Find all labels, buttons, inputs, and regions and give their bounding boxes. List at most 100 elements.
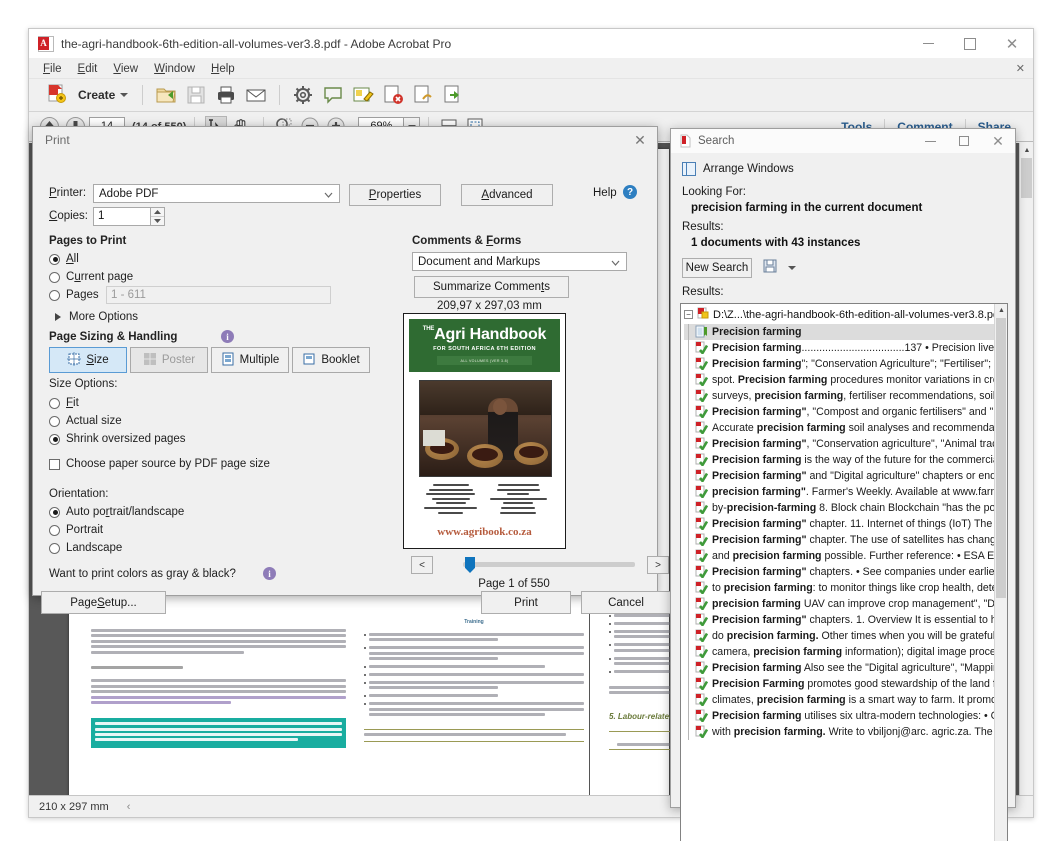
search-result-item[interactable]: Precision farming" chapter. 11. Internet… xyxy=(684,516,994,532)
menu-file[interactable]: File xyxy=(35,59,70,79)
search-result-item[interactable]: camera, precision farming information); … xyxy=(684,644,994,660)
save-dropdown-icon[interactable] xyxy=(788,266,796,270)
more-options-toggle[interactable]: More Options xyxy=(55,308,138,326)
pages-range-input[interactable]: 1 - 611 xyxy=(106,286,331,304)
window-maximize-button[interactable] xyxy=(949,29,991,59)
menu-window[interactable]: Window xyxy=(146,59,203,79)
radio-current-page[interactable] xyxy=(49,271,60,283)
scroll-thumb[interactable] xyxy=(1021,158,1032,198)
search-result-item[interactable]: Precision Farming promotes good stewards… xyxy=(684,676,994,692)
radio-fit[interactable] xyxy=(49,397,60,409)
preview-next-button[interactable]: > xyxy=(647,556,669,574)
search-result-item[interactable]: surveys, precision farming, fertiliser r… xyxy=(684,388,994,404)
spinner-down-icon[interactable] xyxy=(151,217,164,225)
radio-all-row[interactable]: All xyxy=(49,253,79,265)
page-setup-button[interactable]: Page Setup... xyxy=(41,591,166,614)
search-result-item[interactable]: precision farming UAV can improve crop m… xyxy=(684,596,994,612)
printer-select[interactable]: Adobe PDF xyxy=(93,184,340,203)
search-result-item[interactable]: to precision farming: to monitor things … xyxy=(684,580,994,596)
search-result-item[interactable]: spot. Precision farming procedures monit… xyxy=(684,372,994,388)
menu-edit[interactable]: Edit xyxy=(70,59,106,79)
scroll-up-arrow-icon[interactable]: ▲ xyxy=(1020,143,1034,157)
stamp-icon[interactable] xyxy=(381,83,405,107)
advanced-button[interactable]: Advanced xyxy=(461,184,553,206)
page-sizing-info-icon[interactable]: i xyxy=(221,330,234,343)
search-result-item[interactable]: Accurate precision farming soil analyses… xyxy=(684,420,994,436)
search-result-item[interactable]: Precision farming", "Compost and organic… xyxy=(684,404,994,420)
search-result-item[interactable]: climates, precision farming is a smart w… xyxy=(684,692,994,708)
help-link[interactable]: Help xyxy=(593,187,617,199)
radio-shrink-oversized[interactable] xyxy=(49,433,60,445)
search-result-item[interactable]: do precision farming. Other times when y… xyxy=(684,628,994,644)
search-results-list[interactable]: − D:\Z...\the-agri-handbook-6th-edition-… xyxy=(681,304,994,841)
help-icon[interactable]: ? xyxy=(623,185,637,199)
search-result-item[interactable]: Precision farming" chapters. 1. Overview… xyxy=(684,612,994,628)
window-minimize-button[interactable] xyxy=(907,29,949,59)
search-result-item[interactable]: Precision farming xyxy=(684,324,994,340)
gray-black-info-icon[interactable]: i xyxy=(263,567,276,580)
search-maximize-button[interactable] xyxy=(947,129,981,153)
radio-landscape-row[interactable]: Landscape xyxy=(49,542,122,554)
sign-icon[interactable] xyxy=(411,83,435,107)
search-close-button[interactable]: ✕ xyxy=(981,129,1015,153)
search-result-item[interactable]: Precision farming" chapters. • See compa… xyxy=(684,564,994,580)
tab-booklet[interactable]: Booklet xyxy=(292,347,370,373)
search-result-item[interactable]: Precision farming is the way of the futu… xyxy=(684,452,994,468)
preview-slider-thumb[interactable] xyxy=(465,557,475,573)
print-icon[interactable] xyxy=(214,83,238,107)
radio-pages[interactable] xyxy=(49,289,60,301)
properties-button[interactable]: Properties xyxy=(349,184,441,206)
document-vertical-scrollbar[interactable]: ▲ xyxy=(1019,143,1033,795)
radio-actual-size-row[interactable]: Actual size xyxy=(49,415,122,427)
print-dialog-close-button[interactable]: ✕ xyxy=(623,127,657,153)
menu-help[interactable]: Help xyxy=(203,59,243,79)
radio-auto-orientation[interactable] xyxy=(49,506,60,518)
radio-portrait-row[interactable]: Portrait xyxy=(49,524,103,536)
search-result-item[interactable]: by-precision-farming 8. Block chain Bloc… xyxy=(684,500,994,516)
choose-paper-source-row[interactable]: Choose paper source by PDF page size xyxy=(49,458,270,470)
checkbox-choose-paper-source[interactable] xyxy=(49,458,60,470)
email-icon[interactable] xyxy=(244,83,268,107)
arrange-windows-row[interactable]: Arrange Windows xyxy=(682,162,1006,176)
scroll-up-arrow-icon[interactable]: ▲ xyxy=(995,304,1007,317)
radio-actual-size[interactable] xyxy=(49,415,60,427)
radio-fit-row[interactable]: Fit xyxy=(49,397,79,409)
new-search-button[interactable]: New Search xyxy=(682,258,752,278)
spinner-up-icon[interactable] xyxy=(151,208,164,217)
radio-landscape[interactable] xyxy=(49,542,60,554)
save-results-icon[interactable] xyxy=(763,259,777,278)
window-close-button[interactable]: ✕ xyxy=(991,29,1033,59)
copies-input[interactable]: 1 xyxy=(93,207,151,226)
cancel-button[interactable]: Cancel xyxy=(581,591,671,614)
copies-stepper[interactable]: 1 xyxy=(93,207,165,226)
copies-spinner[interactable] xyxy=(151,207,165,226)
menu-view[interactable]: View xyxy=(105,59,146,79)
search-result-item[interactable]: Precision farming", "Conservation agricu… xyxy=(684,436,994,452)
results-scroll-thumb-vertical[interactable] xyxy=(996,318,1006,598)
settings-gear-icon[interactable] xyxy=(291,83,315,107)
status-collapse-icon[interactable]: ‹ xyxy=(127,801,131,813)
radio-auto-orientation-row[interactable]: Auto portrait/landscape xyxy=(49,506,184,518)
search-result-item[interactable]: Precision farming"; "Conservation Agricu… xyxy=(684,356,994,372)
search-result-item[interactable]: Precision farming" chapter. The use of s… xyxy=(684,532,994,548)
tab-multiple[interactable]: Multiple xyxy=(211,347,289,373)
open-folder-icon[interactable] xyxy=(154,83,178,107)
send-for-signature-icon[interactable] xyxy=(441,83,465,107)
search-result-item[interactable]: Precision farming utilises six ultra-mod… xyxy=(684,708,994,724)
preview-prev-button[interactable]: < xyxy=(411,556,433,574)
summarize-comments-button[interactable]: Summarize Commen t s xyxy=(414,276,569,298)
search-result-item[interactable]: Precision farming" and "Digital agricult… xyxy=(684,468,994,484)
comments-forms-select[interactable]: Document and Markups xyxy=(412,252,627,271)
radio-pages-row[interactable]: Pages xyxy=(49,289,99,301)
save-icon[interactable] xyxy=(184,83,208,107)
search-result-item[interactable]: Precision farming.......................… xyxy=(684,340,994,356)
tab-size[interactable]: Size xyxy=(49,347,127,373)
search-result-item[interactable]: and precision farming possible. Further … xyxy=(684,548,994,564)
search-result-item[interactable]: precision farming". Farmer's Weekly. Ava… xyxy=(684,484,994,500)
tree-collapse-icon[interactable]: − xyxy=(684,310,693,319)
search-result-item[interactable]: with precision farming. Write to vbiljon… xyxy=(684,724,994,740)
search-result-root-node[interactable]: − D:\Z...\the-agri-handbook-6th-edition-… xyxy=(684,307,994,322)
search-result-item[interactable]: Precision farming Also see the "Digital … xyxy=(684,660,994,676)
radio-shrink-row[interactable]: Shrink oversized pages xyxy=(49,433,186,445)
tab-poster[interactable]: Poster xyxy=(130,347,208,373)
